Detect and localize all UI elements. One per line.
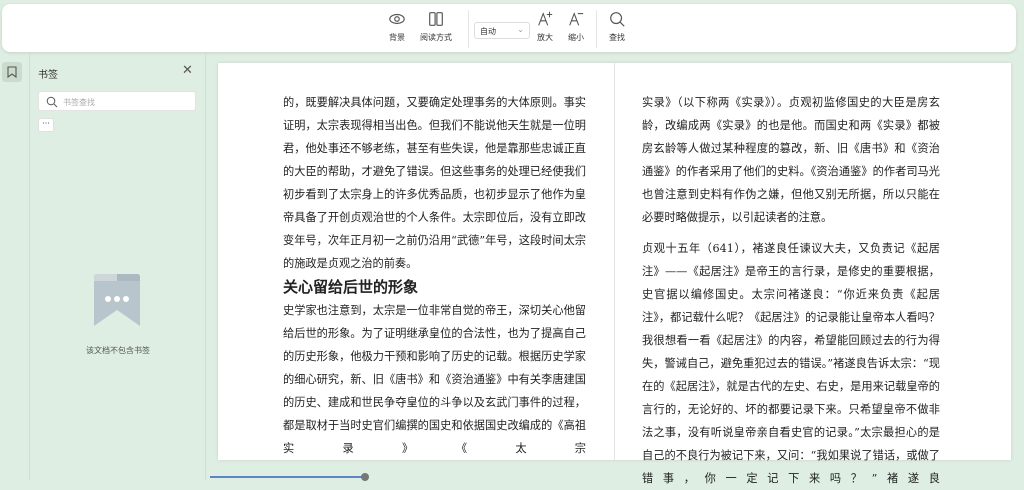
bookmark-icon	[7, 66, 17, 78]
left-page: 的，既要解决具体问题，又要确定处理事务的大体原则。事实证明，太宗表现得相当出色。…	[283, 91, 586, 460]
left-rail	[0, 52, 30, 480]
zoom-out-label: 缩小	[568, 33, 584, 42]
toolbar: 背景 阅读方式 自动 ⌄ 放大 缩小 查找	[2, 4, 1016, 52]
paragraph: 史学家也注意到，太宗是一位非常自觉的帝王，深切关心他留给后世的形象。为了证明继承…	[283, 304, 586, 455]
bookmark-search-input[interactable]: 书签查找	[38, 91, 196, 111]
empty-message: 该文档不包含书签	[86, 346, 150, 355]
search-placeholder: 书签查找	[63, 98, 95, 107]
find-label: 查找	[609, 33, 625, 42]
zoom-select[interactable]: 自动 ⌄	[474, 22, 530, 39]
paragraph: 实录》（以下称两《实录》）。贞观初监修国史的大臣是房玄龄，改编成两《实录》的也是…	[642, 96, 940, 224]
sidebar-title: 书签	[38, 70, 58, 81]
paragraph: 的，既要解决具体问题，又要确定处理事务的大体原则。事实证明，太宗表现得相当出色。…	[283, 96, 586, 270]
font-decrease-icon	[569, 12, 584, 26]
reading-mode-label: 阅读方式	[420, 33, 452, 42]
close-icon[interactable]: ✕	[182, 63, 193, 78]
bookmark-panel-button[interactable]	[2, 62, 22, 82]
page-divider	[614, 63, 615, 460]
more-button[interactable]: ···	[38, 118, 54, 132]
search-icon	[46, 96, 58, 108]
zoom-out-button[interactable]: 缩小	[567, 10, 585, 43]
reading-mode-button[interactable]: 阅读方式	[420, 10, 452, 43]
background-button[interactable]: 背景	[388, 10, 406, 43]
chevron-down-icon: ⌄	[517, 25, 524, 34]
find-button[interactable]: 查找	[608, 10, 626, 43]
section-heading: 关心留给后世的形象	[283, 278, 419, 296]
paragraph: 贞观十五年（641），褚遂良任谏议大夫，又负责记《起居注》——《起居注》是帝王的…	[642, 242, 940, 485]
font-increase-icon	[538, 11, 553, 26]
book-icon	[429, 12, 443, 26]
reading-progress-bar[interactable]	[210, 476, 365, 478]
zoom-in-label: 放大	[537, 33, 553, 42]
background-label: 背景	[389, 33, 405, 42]
search-icon	[610, 12, 625, 27]
zoom-select-value: 自动	[480, 27, 496, 36]
document-spread: 的，既要解决具体问题，又要确定处理事务的大体原则。事实证明，太宗表现得相当出色。…	[218, 63, 1011, 485]
bookmark-sidebar: 书签 ✕ 书签查找 ··· 该文档不包含书签	[30, 52, 206, 480]
right-page: 实录》（以下称两《实录》）。贞观初监修国史的大臣是房玄龄，改编成两《实录》的也是…	[642, 91, 940, 490]
eye-icon	[389, 13, 405, 25]
empty-bookmark-icon	[94, 274, 140, 326]
zoom-in-button[interactable]: 放大	[536, 10, 554, 43]
